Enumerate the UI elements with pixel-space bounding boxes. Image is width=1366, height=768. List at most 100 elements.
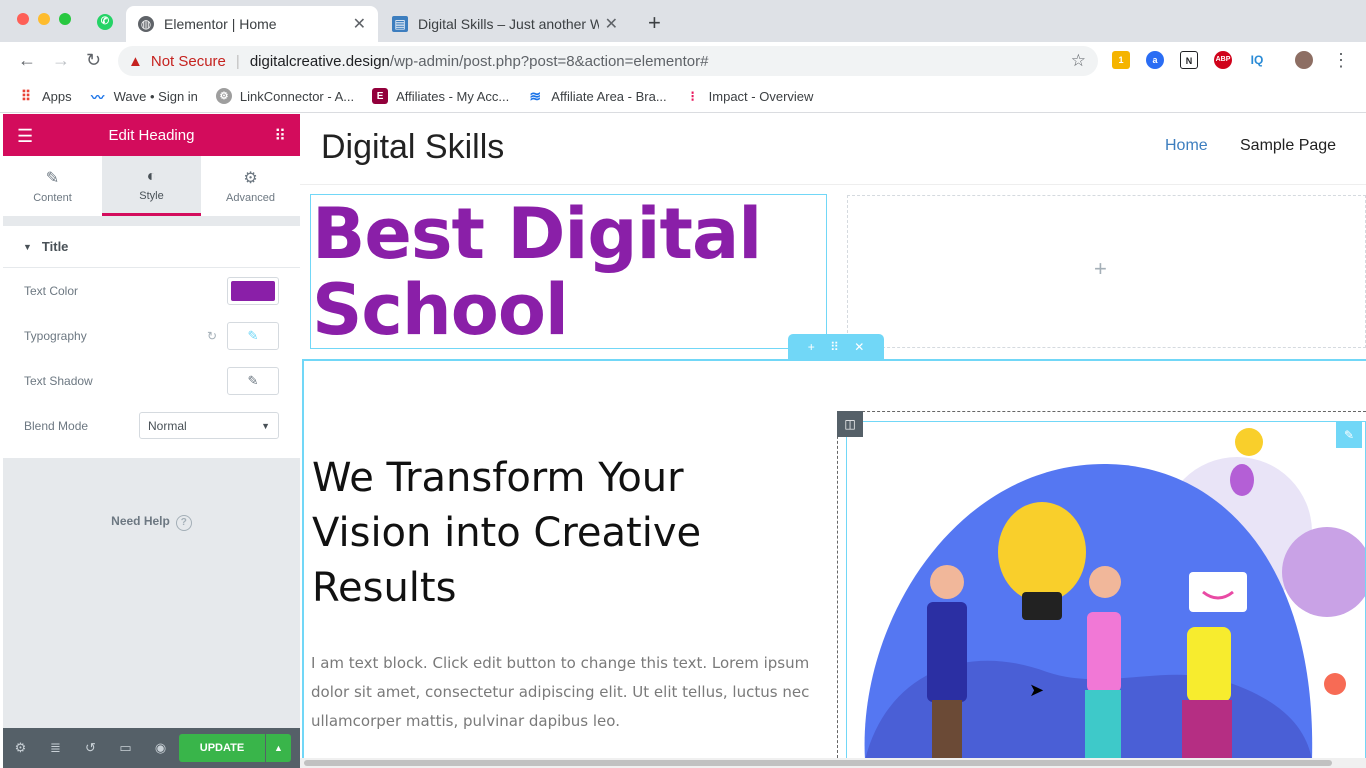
person-woman [1087,612,1121,692]
extension-a-icon[interactable]: a [1146,51,1164,69]
typography-edit-button[interactable]: ✎ [227,321,279,350]
forward-arrow-icon[interactable]: → [52,50,70,71]
extension-notes-icon[interactable]: 1 [1112,51,1130,69]
pinned-tab-whatsapp-icon[interactable]: ✆ [97,14,113,30]
bookmark-affiliate-area[interactable]: ≋ Affiliate Area - Bra... [527,88,666,104]
update-button[interactable]: UPDATE [179,734,265,762]
extension-label: N [1185,56,1193,66]
site-title[interactable]: Digital Skills [321,128,504,167]
divider: | [235,52,240,70]
need-help-link[interactable]: Need Help? [3,514,300,531]
color-preview [231,280,275,301]
profile-avatar[interactable] [1295,51,1313,69]
scrollbar-thumb[interactable] [304,760,1332,766]
gear-icon: ⚙ [243,170,258,187]
panel-header: ☰ Edit Heading ⠿ [3,114,300,156]
navigator-layers-icon[interactable]: ≣ [38,740,73,756]
browser-tab-strip: ✆ ◍ Elementor | Home ✕ ▤ Digital Skills … [0,0,1366,42]
save-options-caret-icon[interactable]: ▲ [266,734,291,762]
extension-badge: 1 [1118,55,1124,65]
edit-widget-pencil-icon[interactable]: ✎ [1336,422,1362,448]
settings-gear-icon[interactable]: ⚙ [3,740,38,756]
small-bulb [1235,428,1263,456]
person-legs [1085,690,1121,760]
text-color-control: Text Color [24,268,279,313]
bookmark-star-icon[interactable]: ☆ [1071,51,1086,71]
chevron-down-icon: ▼ [261,420,270,431]
bookmark-label: LinkConnector - A... [239,88,355,104]
tab-title: Elementor | Home [164,16,277,32]
back-arrow-icon[interactable]: ← [18,50,36,71]
drag-handle-icon[interactable]: ⠿ [830,340,839,354]
tab-style[interactable]: ◐ Style [102,156,201,216]
bookmark-wave[interactable]: 〰 Wave • Sign in [90,88,198,105]
text-block[interactable]: I am text block. Click edit button to ch… [311,649,821,736]
nav-item-sample-page[interactable]: Sample Page [1240,137,1336,155]
minimize-window-button[interactable] [38,13,50,25]
close-window-button[interactable] [17,13,29,25]
tab-label: Advanced [226,192,275,204]
history-icon[interactable]: ↺ [73,740,108,756]
more-menu-icon[interactable]: ⋮ [1332,50,1350,71]
bookmark-apps[interactable]: ⠿ Apps [18,88,72,104]
maximize-window-button[interactable] [59,13,71,25]
responsive-desktop-icon[interactable]: ▭ [108,740,143,756]
adblock-icon[interactable]: ABP [1214,51,1232,69]
tab-digital-skills[interactable]: ▤ Digital Skills – Just another Wo ✕ [380,6,630,42]
person-legs [1182,700,1232,760]
new-tab-button[interactable]: + [648,10,661,36]
tab-elementor-home[interactable]: ◍ Elementor | Home ✕ [126,6,378,42]
smile-card [1189,572,1247,612]
tab-content[interactable]: ✎ Content [3,156,102,216]
text-shadow-edit-button[interactable]: ✎ [227,366,279,395]
subheading[interactable]: We Transform Your Vision into Creative R… [312,451,812,616]
heading-line: School [312,269,569,351]
nav-item-home[interactable]: Home [1165,137,1208,155]
lightbulb [998,502,1086,602]
panel-footer: ⚙ ≣ ↺ ▭ ◉ UPDATE ▲ [3,728,300,768]
style-controls: Text Color Typography ↻ ✎ Text Shadow ✎ … [3,268,300,458]
team-lightbulb-illustration [864,428,1365,760]
reload-icon[interactable]: ↻ [86,50,101,71]
delete-section-icon[interactable]: ✕ [854,340,864,354]
heading-widget[interactable]: Best Digital School [312,196,812,348]
person-head [930,565,964,599]
close-tab-icon[interactable]: ✕ [353,14,366,34]
add-section-plus-icon[interactable]: + [808,340,815,354]
url-host: digitalcreative.design [249,52,390,70]
bookmark-linkconnector[interactable]: ⚙ LinkConnector - A... [215,88,355,104]
warning-icon: ▲ [128,52,143,70]
linkconnector-icon: ⚙ [215,88,232,104]
widgets-grid-icon[interactable]: ⠿ [274,126,286,146]
close-tab-icon[interactable]: ✕ [605,14,618,34]
extension-n-icon[interactable]: N [1180,51,1198,69]
control-label: Text Color [24,283,79,298]
hamburger-menu-icon[interactable]: ☰ [17,126,33,147]
section-outline [302,359,304,768]
address-bar[interactable]: ▲ Not Secure | digitalcreative.design /w… [118,46,1098,76]
add-element-plus-icon[interactable]: + [1094,256,1107,282]
horizontal-scrollbar[interactable] [300,758,1366,768]
blend-mode-select[interactable]: Normal ▼ [139,412,279,439]
site-favicon-icon: ▤ [392,16,408,32]
extension-label: IQ [1250,53,1264,67]
section-handle[interactable]: + ⠿ ✕ [788,334,884,360]
tab-advanced[interactable]: ⚙ Advanced [201,156,300,216]
person-old-man [927,602,967,702]
extension-label: ABP [1215,56,1231,63]
control-label: Typography [24,328,87,343]
text-color-swatch[interactable] [227,276,279,305]
help-question-icon: ? [175,515,192,531]
contrast-icon: ◐ [146,167,157,185]
extension-iq-icon[interactable]: IQ [1248,51,1266,69]
lightbulb-base [1022,592,1062,620]
bookmark-impact[interactable]: ⁝ Impact - Overview [685,88,813,104]
bookmark-affiliates[interactable]: E Affiliates - My Acc... [372,88,509,104]
person-head [1089,566,1121,598]
person-yellow [1187,627,1231,702]
section-title-toggle[interactable]: ▼ Title [3,226,300,268]
reset-icon[interactable]: ↻ [207,329,217,343]
wave-icon: 〰 [91,89,105,105]
preview-eye-icon[interactable]: ◉ [143,740,178,756]
orange-dot [1324,673,1346,695]
